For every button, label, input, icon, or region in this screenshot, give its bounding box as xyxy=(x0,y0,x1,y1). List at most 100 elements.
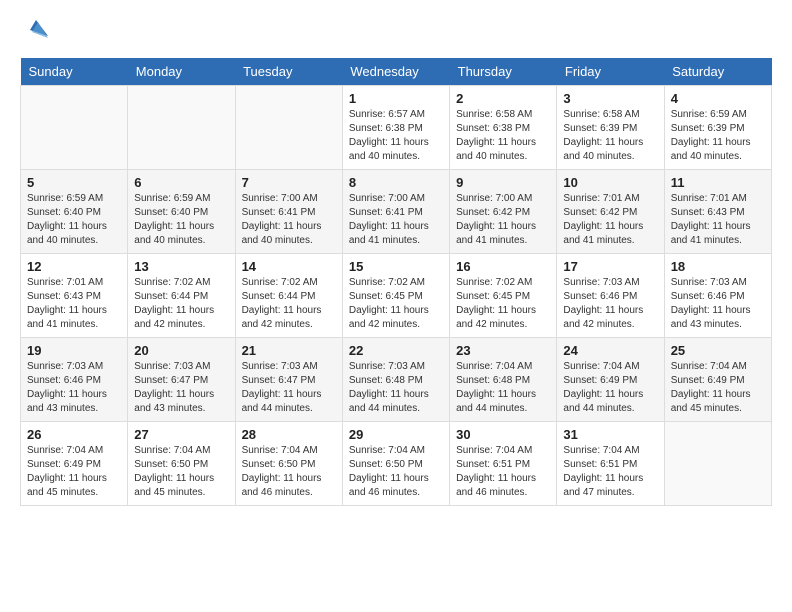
day-number: 28 xyxy=(242,427,336,442)
day-info: Sunrise: 7:03 AM Sunset: 6:47 PM Dayligh… xyxy=(242,360,336,416)
calendar-day-21: 21 Sunrise: 7:03 AM Sunset: 6:47 PM Dayli… xyxy=(235,338,342,422)
day-info: Sunrise: 6:58 AM Sunset: 6:38 PM Dayligh… xyxy=(456,108,550,164)
day-info: Sunrise: 7:03 AM Sunset: 6:47 PM Dayligh… xyxy=(134,360,228,416)
day-number: 17 xyxy=(563,259,657,274)
calendar-day-17: 17 Sunrise: 7:03 AM Sunset: 6:46 PM Dayli… xyxy=(557,254,664,338)
day-number: 1 xyxy=(349,91,443,106)
calendar-day-28: 28 Sunrise: 7:04 AM Sunset: 6:50 PM Dayli… xyxy=(235,422,342,506)
day-info: Sunrise: 7:02 AM Sunset: 6:45 PM Dayligh… xyxy=(349,276,443,332)
day-info: Sunrise: 7:04 AM Sunset: 6:50 PM Dayligh… xyxy=(349,444,443,500)
weekday-header-wednesday: Wednesday xyxy=(342,58,449,86)
calendar-day-15: 15 Sunrise: 7:02 AM Sunset: 6:45 PM Dayli… xyxy=(342,254,449,338)
day-info: Sunrise: 7:03 AM Sunset: 6:46 PM Dayligh… xyxy=(563,276,657,332)
calendar-day-empty xyxy=(664,422,771,506)
weekday-header-monday: Monday xyxy=(128,58,235,86)
logo-icon xyxy=(22,16,52,46)
day-number: 14 xyxy=(242,259,336,274)
day-info: Sunrise: 7:02 AM Sunset: 6:44 PM Dayligh… xyxy=(242,276,336,332)
day-info: Sunrise: 7:04 AM Sunset: 6:49 PM Dayligh… xyxy=(27,444,121,500)
day-info: Sunrise: 6:59 AM Sunset: 6:40 PM Dayligh… xyxy=(134,192,228,248)
day-number: 4 xyxy=(671,91,765,106)
calendar-day-14: 14 Sunrise: 7:02 AM Sunset: 6:44 PM Dayli… xyxy=(235,254,342,338)
calendar-day-16: 16 Sunrise: 7:02 AM Sunset: 6:45 PM Dayli… xyxy=(450,254,557,338)
page-header xyxy=(20,16,772,46)
calendar-day-31: 31 Sunrise: 7:04 AM Sunset: 6:51 PM Dayli… xyxy=(557,422,664,506)
weekday-header-thursday: Thursday xyxy=(450,58,557,86)
day-number: 16 xyxy=(456,259,550,274)
day-info: Sunrise: 7:03 AM Sunset: 6:48 PM Dayligh… xyxy=(349,360,443,416)
day-info: Sunrise: 7:02 AM Sunset: 6:45 PM Dayligh… xyxy=(456,276,550,332)
calendar-day-20: 20 Sunrise: 7:03 AM Sunset: 6:47 PM Dayli… xyxy=(128,338,235,422)
calendar-day-27: 27 Sunrise: 7:04 AM Sunset: 6:50 PM Dayli… xyxy=(128,422,235,506)
weekday-header-friday: Friday xyxy=(557,58,664,86)
day-number: 15 xyxy=(349,259,443,274)
weekday-header-row: SundayMondayTuesdayWednesdayThursdayFrid… xyxy=(21,58,772,86)
calendar-week-row: 26 Sunrise: 7:04 AM Sunset: 6:49 PM Dayli… xyxy=(21,422,772,506)
calendar-table: SundayMondayTuesdayWednesdayThursdayFrid… xyxy=(20,58,772,506)
calendar-day-7: 7Sunrise: 7:00 AM Sunset: 6:41 PM Daylig… xyxy=(235,170,342,254)
day-number: 2 xyxy=(456,91,550,106)
day-number: 31 xyxy=(563,427,657,442)
day-number: 23 xyxy=(456,343,550,358)
day-number: 10 xyxy=(563,175,657,190)
day-number: 11 xyxy=(671,175,765,190)
logo xyxy=(20,16,54,46)
day-number: 3 xyxy=(563,91,657,106)
day-info: Sunrise: 7:01 AM Sunset: 6:42 PM Dayligh… xyxy=(563,192,657,248)
calendar-day-29: 29Sunrise: 7:04 AM Sunset: 6:50 PM Dayli… xyxy=(342,422,449,506)
day-info: Sunrise: 7:03 AM Sunset: 6:46 PM Dayligh… xyxy=(671,276,765,332)
weekday-header-tuesday: Tuesday xyxy=(235,58,342,86)
day-number: 8 xyxy=(349,175,443,190)
page-container: SundayMondayTuesdayWednesdayThursdayFrid… xyxy=(0,0,792,522)
calendar-day-4: 4 Sunrise: 6:59 AM Sunset: 6:39 PM Daylig… xyxy=(664,86,771,170)
day-number: 13 xyxy=(134,259,228,274)
calendar-day-26: 26 Sunrise: 7:04 AM Sunset: 6:49 PM Dayli… xyxy=(21,422,128,506)
day-number: 6 xyxy=(134,175,228,190)
calendar-week-row: 19 Sunrise: 7:03 AM Sunset: 6:46 PM Dayli… xyxy=(21,338,772,422)
calendar-day-5: 5Sunrise: 6:59 AM Sunset: 6:40 PM Daylig… xyxy=(21,170,128,254)
logo-text xyxy=(20,16,54,46)
day-number: 27 xyxy=(134,427,228,442)
calendar-day-23: 23 Sunrise: 7:04 AM Sunset: 6:48 PM Dayli… xyxy=(450,338,557,422)
day-info: Sunrise: 6:59 AM Sunset: 6:39 PM Dayligh… xyxy=(671,108,765,164)
day-info: Sunrise: 7:00 AM Sunset: 6:41 PM Dayligh… xyxy=(349,192,443,248)
weekday-header-saturday: Saturday xyxy=(664,58,771,86)
calendar-day-empty xyxy=(235,86,342,170)
calendar-day-13: 13 Sunrise: 7:02 AM Sunset: 6:44 PM Dayli… xyxy=(128,254,235,338)
day-number: 24 xyxy=(563,343,657,358)
day-number: 5 xyxy=(27,175,121,190)
day-number: 7 xyxy=(242,175,336,190)
day-info: Sunrise: 6:57 AM Sunset: 6:38 PM Dayligh… xyxy=(349,108,443,164)
day-number: 18 xyxy=(671,259,765,274)
calendar-day-12: 12Sunrise: 7:01 AM Sunset: 6:43 PM Dayli… xyxy=(21,254,128,338)
day-number: 19 xyxy=(27,343,121,358)
day-info: Sunrise: 7:04 AM Sunset: 6:51 PM Dayligh… xyxy=(563,444,657,500)
calendar-day-1: 1 Sunrise: 6:57 AM Sunset: 6:38 PM Daylig… xyxy=(342,86,449,170)
day-info: Sunrise: 7:04 AM Sunset: 6:51 PM Dayligh… xyxy=(456,444,550,500)
day-number: 26 xyxy=(27,427,121,442)
calendar-day-25: 25Sunrise: 7:04 AM Sunset: 6:49 PM Dayli… xyxy=(664,338,771,422)
calendar-day-24: 24 Sunrise: 7:04 AM Sunset: 6:49 PM Dayli… xyxy=(557,338,664,422)
calendar-day-22: 22 Sunrise: 7:03 AM Sunset: 6:48 PM Dayli… xyxy=(342,338,449,422)
day-info: Sunrise: 7:03 AM Sunset: 6:46 PM Dayligh… xyxy=(27,360,121,416)
day-number: 20 xyxy=(134,343,228,358)
day-number: 21 xyxy=(242,343,336,358)
day-number: 12 xyxy=(27,259,121,274)
day-info: Sunrise: 7:04 AM Sunset: 6:48 PM Dayligh… xyxy=(456,360,550,416)
day-info: Sunrise: 7:02 AM Sunset: 6:44 PM Dayligh… xyxy=(134,276,228,332)
calendar-day-8: 8 Sunrise: 7:00 AM Sunset: 6:41 PM Daylig… xyxy=(342,170,449,254)
calendar-day-empty xyxy=(128,86,235,170)
day-info: Sunrise: 7:01 AM Sunset: 6:43 PM Dayligh… xyxy=(671,192,765,248)
calendar-week-row: 5 Sunrise: 6:59 AM Sunset: 6:40 PM Daylig… xyxy=(21,170,772,254)
calendar-day-10: 10 Sunrise: 7:01 AM Sunset: 6:42 PM Dayli… xyxy=(557,170,664,254)
day-info: Sunrise: 7:04 AM Sunset: 6:49 PM Dayligh… xyxy=(563,360,657,416)
day-number: 22 xyxy=(349,343,443,358)
day-info: Sunrise: 7:04 AM Sunset: 6:50 PM Dayligh… xyxy=(242,444,336,500)
calendar-day-2: 2 Sunrise: 6:58 AM Sunset: 6:38 PM Daylig… xyxy=(450,86,557,170)
calendar-day-30: 30Sunrise: 7:04 AM Sunset: 6:51 PM Dayli… xyxy=(450,422,557,506)
calendar-day-6: 6 Sunrise: 6:59 AM Sunset: 6:40 PM Daylig… xyxy=(128,170,235,254)
calendar-day-empty xyxy=(21,86,128,170)
calendar-day-11: 11 Sunrise: 7:01 AM Sunset: 6:43 PM Dayli… xyxy=(664,170,771,254)
day-info: Sunrise: 6:58 AM Sunset: 6:39 PM Dayligh… xyxy=(563,108,657,164)
day-info: Sunrise: 7:04 AM Sunset: 6:50 PM Dayligh… xyxy=(134,444,228,500)
